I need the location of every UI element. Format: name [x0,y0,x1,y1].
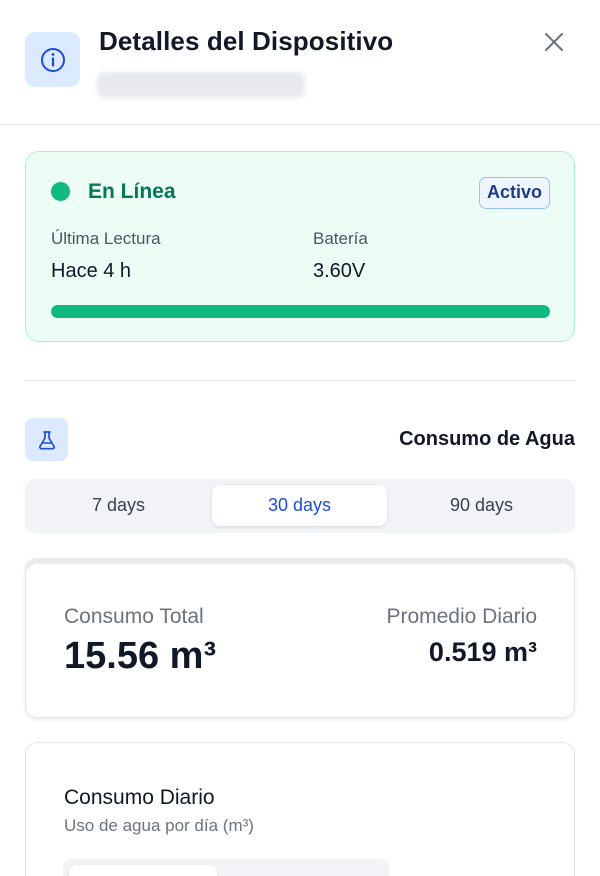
battery-bar [51,305,550,318]
status-card: En Línea Activo Última Lectura Hace 4 h … [25,151,575,342]
section-divider [25,380,575,381]
tab-7-days[interactable]: 7 days [31,485,206,526]
tab-90-days[interactable]: 90 days [394,485,569,526]
total-consumption-value: 15.56 m³ [64,635,217,677]
modal-header: Detalles del Dispositivo [0,0,600,125]
close-button[interactable] [538,26,570,58]
status-text: En Línea [88,180,176,203]
chart-view-toggle[interactable] [63,859,389,876]
daily-consumption-subtitle: Uso de agua por día (m³) [64,816,254,835]
daily-average-label: Promedio Diario [386,605,537,628]
daily-consumption-card: Consumo Diario Uso de agua por día (m³) [25,742,575,876]
device-id-redacted [97,72,305,98]
close-icon [545,33,563,51]
daily-consumption-title: Consumo Diario [64,786,215,809]
last-reading-label: Última Lectura [51,229,161,248]
last-reading-value: Hace 4 h [51,260,132,282]
online-indicator [51,182,70,201]
status-badge: Activo [478,177,550,209]
section-title: Consumo de Agua [399,428,575,450]
total-consumption-label: Consumo Total [64,605,204,628]
tab-30-days[interactable]: 30 days [212,485,387,526]
flask-icon [25,418,68,461]
page-title: Detalles del Dispositivo [99,26,394,56]
battery-value: 3.60V [313,260,366,282]
info-icon [25,32,80,87]
summary-card: Consumo Total 15.56 m³ Promedio Diario 0… [25,558,575,718]
battery-label: Batería [313,229,368,248]
battery-bar-fill [51,305,550,318]
range-tabs: 7 days 30 days 90 days [25,479,575,533]
chart-view-toggle-selected[interactable] [69,865,217,876]
daily-average-value: 0.519 m³ [428,637,537,667]
